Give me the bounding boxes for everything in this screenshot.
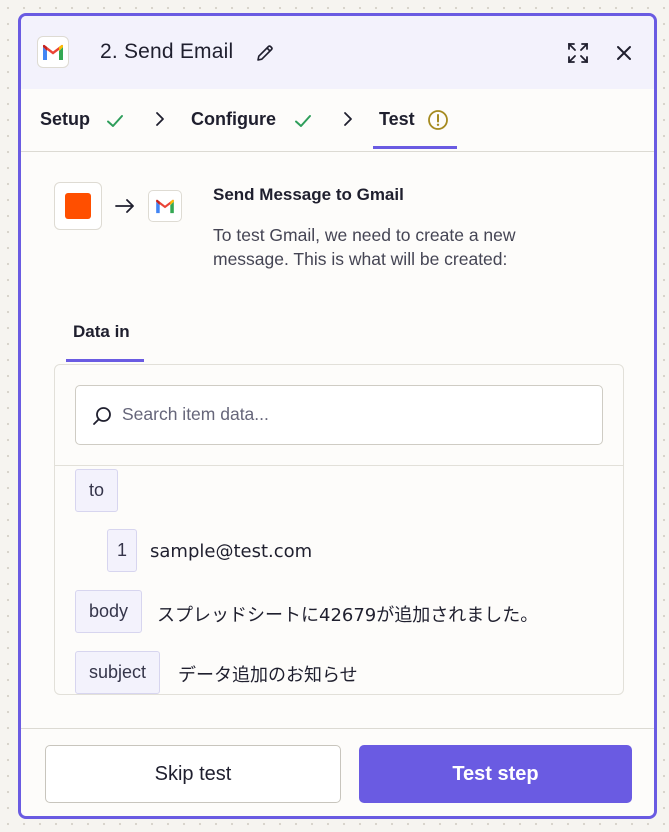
field-key-body: body	[75, 590, 143, 633]
action-title: Send Message to Gmail	[213, 185, 404, 204]
tab-configure[interactable]: Configure	[191, 109, 276, 130]
tab-data-in[interactable]: Data in	[73, 322, 130, 342]
field-key-to: to	[75, 469, 119, 512]
destination-app-logo	[148, 190, 182, 222]
trigger-app-icon	[65, 193, 91, 219]
panel-footer: Skip test Test step	[21, 728, 654, 816]
action-description: To test Gmail, we need to create a new m…	[213, 225, 516, 269]
gmail-icon	[156, 199, 174, 213]
data-in-panel: to 1 sample@test.com body スプレッドシートに42679…	[54, 364, 624, 695]
field-value-to: sample@test.com	[150, 541, 313, 562]
field-key-subject: subject	[75, 651, 161, 694]
close-icon[interactable]	[615, 44, 633, 62]
skip-test-button[interactable]: Skip test	[45, 745, 341, 803]
panel-header: 2. Send Email	[21, 16, 654, 89]
active-tab-indicator	[373, 146, 457, 149]
test-step-button[interactable]: Test step	[359, 745, 632, 803]
divider	[55, 465, 623, 466]
warning-icon	[428, 110, 448, 130]
arrow-right-icon	[115, 199, 134, 213]
chevron-right-icon	[344, 112, 352, 126]
pencil-icon[interactable]	[255, 43, 275, 63]
panel-title: 2. Send Email	[100, 40, 234, 63]
active-tab-indicator	[66, 359, 144, 362]
gmail-icon	[43, 44, 63, 60]
step-tabs: Setup Configure Test	[21, 89, 654, 152]
field-index: 1	[107, 529, 138, 572]
tab-test[interactable]: Test	[379, 109, 415, 130]
expand-icon[interactable]	[567, 42, 589, 64]
field-value-subject: データ追加のお知らせ	[178, 665, 358, 686]
source-app-logo	[54, 182, 102, 230]
step-panel: 2. Send Email Setup Configure Test Send …	[18, 13, 657, 819]
chevron-right-icon	[156, 112, 164, 126]
search-icon	[93, 407, 111, 425]
field-value-body: スプレッドシートに42679が追加されました。	[157, 605, 539, 626]
search-box	[75, 385, 603, 445]
tab-setup[interactable]: Setup	[40, 109, 90, 130]
search-input[interactable]	[122, 386, 592, 443]
check-icon	[295, 115, 311, 127]
gmail-app-logo	[37, 36, 69, 68]
check-icon	[107, 115, 123, 127]
